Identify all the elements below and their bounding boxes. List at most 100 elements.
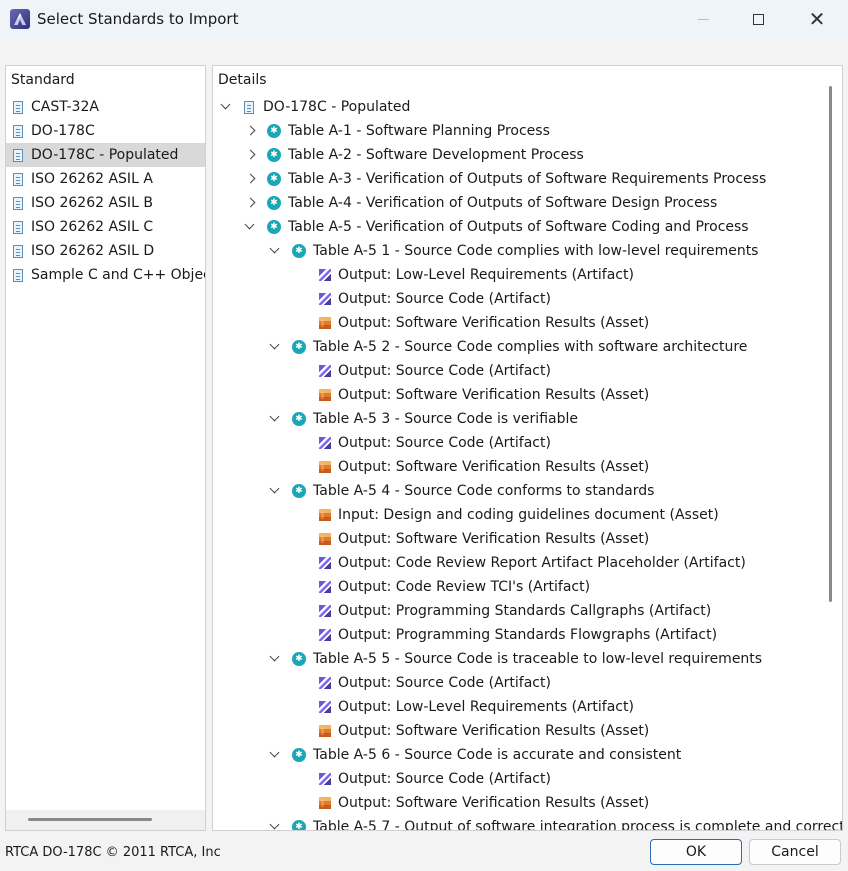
document-icon (13, 197, 23, 210)
details-panel: Details DO-178C - Populated Table A-1 - S… (212, 65, 843, 831)
asset-icon (319, 533, 331, 545)
tree-io-item-label: Output: Code Review TCI's (Artifact) (338, 579, 591, 595)
tree-io-item[interactable]: Output: Programming Standards Callgraphs… (213, 599, 823, 623)
tree-table-label: Table A-4 - Verification of Outputs of S… (288, 195, 718, 211)
tree-table[interactable]: Table A-3 - Verification of Outputs of S… (213, 167, 823, 191)
details-vscroll-thumb[interactable] (829, 86, 832, 602)
standard-hscroll-thumb[interactable] (28, 818, 152, 821)
chevron-down-icon[interactable] (268, 743, 282, 767)
tree-io-item[interactable]: Output: Source Code (Artifact) (213, 287, 823, 311)
asset-icon (319, 725, 331, 737)
tree-io-item-label: Output: Low-Level Requirements (Artifact… (338, 267, 634, 283)
tree-io-item[interactable]: Output: Programming Standards Flowgraphs… (213, 623, 823, 647)
objective-icon (292, 748, 306, 762)
tree-io-item-label: Output: Programming Standards Flowgraphs… (338, 627, 718, 643)
minimize-icon (697, 18, 709, 20)
artifact-icon (319, 557, 331, 569)
artifact-icon (319, 773, 331, 785)
tree-objective[interactable]: Table A-5 5 - Source Code is traceable t… (213, 647, 823, 671)
tree-table[interactable]: Table A-1 - Software Planning Process (213, 119, 823, 143)
tree-io-item[interactable]: Input: Design and coding guidelines docu… (213, 503, 823, 527)
standard-item[interactable]: Sample C and C++ Object (6, 263, 206, 287)
tree-objective[interactable]: Table A-5 4 - Source Code conforms to st… (213, 479, 823, 503)
tree-io-item-label: Output: Source Code (Artifact) (338, 771, 551, 787)
tree-io-item[interactable]: Output: Code Review TCI's (Artifact) (213, 575, 823, 599)
close-button[interactable]: ✕ (794, 0, 840, 38)
tree-table[interactable]: Table A-2 - Software Development Process (213, 143, 823, 167)
tree-table-label: Table A-5 - Verification of Outputs of S… (288, 219, 749, 235)
maximize-icon (752, 13, 764, 25)
chevron-down-icon[interactable] (268, 407, 282, 431)
chevron-right-icon[interactable] (243, 143, 257, 167)
tree-io-item[interactable]: Output: Software Verification Results (A… (213, 527, 823, 551)
chevron-right-icon[interactable] (243, 167, 257, 191)
tree-objective-label: Table A-5 1 - Source Code complies with … (313, 243, 759, 259)
tree-table[interactable]: Table A-5 - Verification of Outputs of S… (213, 215, 823, 239)
tree-objective-label: Table A-5 3 - Source Code is verifiable (313, 411, 578, 427)
artifact-icon (319, 629, 331, 641)
standard-item[interactable]: DO-178C - Populated (6, 143, 205, 167)
ok-button[interactable]: OK (650, 839, 742, 865)
tree-objective[interactable]: Table A-5 3 - Source Code is verifiable (213, 407, 823, 431)
minimize-button[interactable] (680, 0, 726, 38)
objective-icon (267, 124, 281, 138)
tree-objective-label: Table A-5 6 - Source Code is accurate an… (313, 747, 682, 763)
tree-io-item[interactable]: Output: Low-Level Requirements (Artifact… (213, 695, 823, 719)
tree-io-item[interactable]: Output: Software Verification Results (A… (213, 311, 823, 335)
tree-io-item[interactable]: Output: Software Verification Results (A… (213, 719, 823, 743)
chevron-down-icon[interactable] (268, 815, 282, 830)
tree-io-item-label: Output: Software Verification Results (A… (338, 795, 650, 811)
standard-panel-header: Standard (11, 72, 75, 88)
tree-io-item-label: Output: Programming Standards Callgraphs… (338, 603, 712, 619)
cancel-button[interactable]: Cancel (749, 839, 841, 865)
tree-table[interactable]: Table A-4 - Verification of Outputs of S… (213, 191, 823, 215)
tree-io-item[interactable]: Output: Software Verification Results (A… (213, 791, 823, 815)
chevron-down-icon[interactable] (219, 95, 233, 119)
artifact-icon (319, 293, 331, 305)
tree-table-label: Table A-2 - Software Development Process (288, 147, 584, 163)
tree-io-item[interactable]: Output: Source Code (Artifact) (213, 767, 823, 791)
tree-io-item[interactable]: Output: Software Verification Results (A… (213, 455, 823, 479)
app-logo-icon (10, 9, 30, 29)
standard-item-label: ISO 26262 ASIL B (31, 195, 153, 211)
standard-item[interactable]: DO-178C (6, 119, 205, 143)
maximize-button[interactable] (735, 0, 781, 38)
tree-io-item[interactable]: Output: Code Review Report Artifact Plac… (213, 551, 823, 575)
chevron-down-icon[interactable] (268, 239, 282, 263)
tree-io-item[interactable]: Output: Source Code (Artifact) (213, 359, 823, 383)
tree-objective-label: Table A-5 5 - Source Code is traceable t… (313, 651, 763, 667)
tree-objective[interactable]: Table A-5 6 - Source Code is accurate an… (213, 743, 823, 767)
objective-icon (267, 172, 281, 186)
objective-icon (292, 652, 306, 666)
tree-io-item[interactable]: Output: Software Verification Results (A… (213, 383, 823, 407)
standard-item[interactable]: ISO 26262 ASIL C (6, 215, 205, 239)
document-icon (13, 221, 23, 234)
tree-io-item-label: Output: Software Verification Results (A… (338, 459, 650, 475)
tree-io-item[interactable]: Output: Low-Level Requirements (Artifact… (213, 263, 823, 287)
tree-objective-label: Table A-5 7 - Output of software integra… (313, 819, 843, 831)
standard-item[interactable]: CAST-32A (6, 95, 205, 119)
tree-io-item[interactable]: Output: Source Code (Artifact) (213, 431, 823, 455)
objective-icon (292, 244, 306, 258)
chevron-right-icon[interactable] (243, 191, 257, 215)
tree-objective[interactable]: Table A-5 1 - Source Code complies with … (213, 239, 823, 263)
chevron-down-icon[interactable] (268, 335, 282, 359)
standard-item-label: Sample C and C++ Object (31, 267, 206, 283)
tree-objective[interactable]: Table A-5 2 - Source Code complies with … (213, 335, 823, 359)
tree-objective-label: Table A-5 4 - Source Code conforms to st… (313, 483, 655, 499)
tree-root[interactable]: DO-178C - Populated (213, 95, 823, 119)
standard-item[interactable]: ISO 26262 ASIL D (6, 239, 205, 263)
standard-panel: Standard CAST-32A DO-178C DO-178C - Popula… (5, 65, 206, 831)
tree-objective[interactable]: Table A-5 7 - Output of software integra… (213, 815, 842, 830)
tree-io-item[interactable]: Output: Source Code (Artifact) (213, 671, 823, 695)
standard-item[interactable]: ISO 26262 ASIL B (6, 191, 205, 215)
chevron-down-icon[interactable] (268, 479, 282, 503)
chevron-down-icon[interactable] (243, 215, 257, 239)
document-icon (13, 125, 23, 138)
chevron-down-icon[interactable] (268, 647, 282, 671)
standard-item[interactable]: ISO 26262 ASIL A (6, 167, 205, 191)
chevron-right-icon[interactable] (243, 119, 257, 143)
objective-icon (292, 484, 306, 498)
document-icon (244, 101, 254, 114)
document-icon (13, 101, 23, 114)
